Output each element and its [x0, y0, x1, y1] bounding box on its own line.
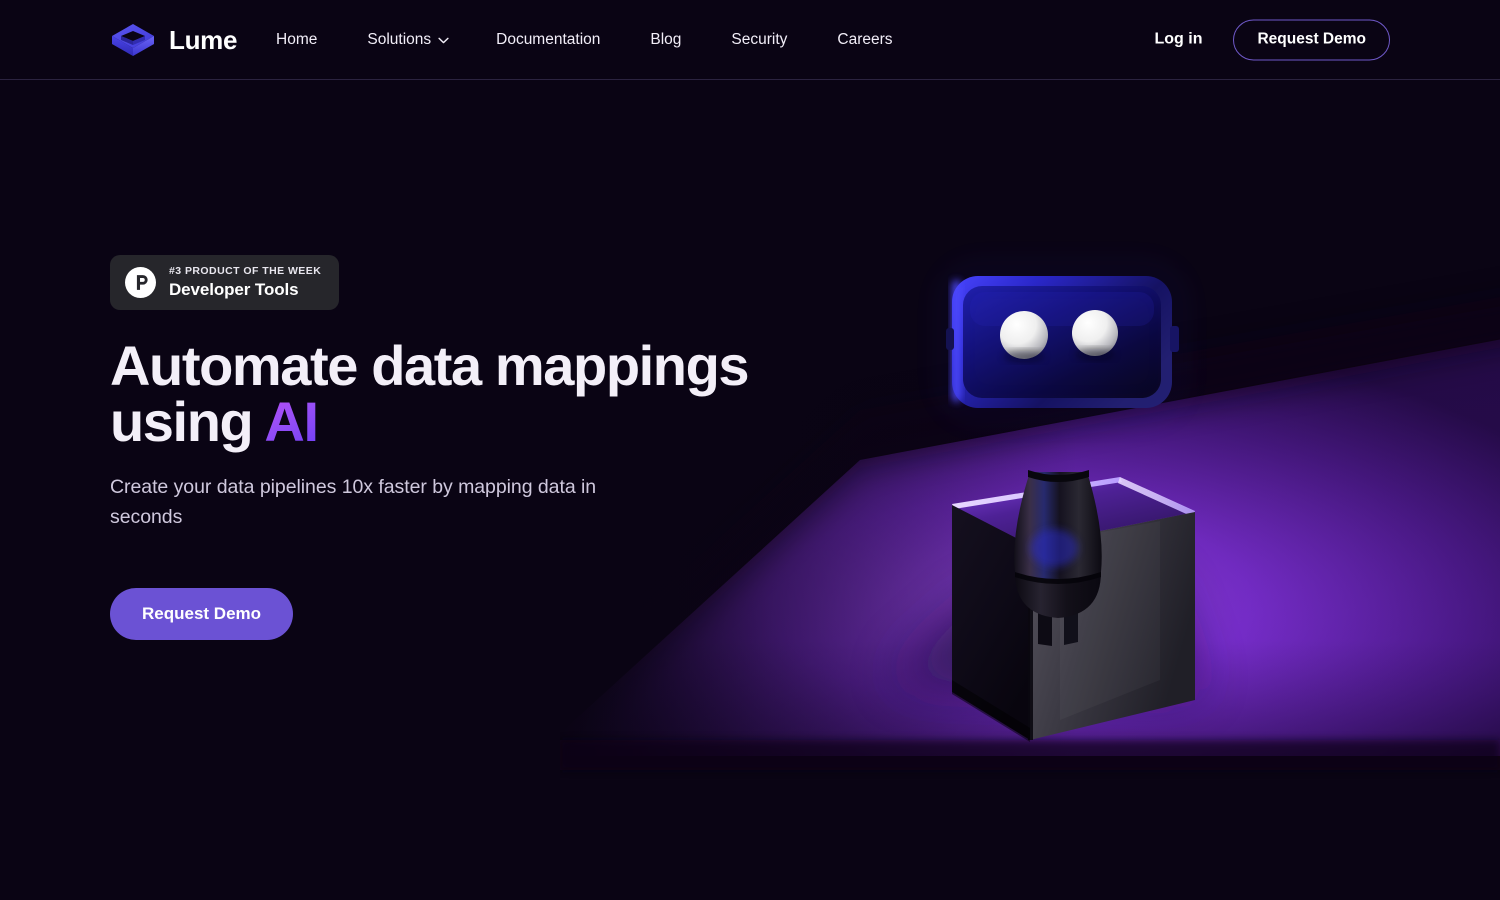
hero-section: #3 PRODUCT OF THE WEEK Developer Tools A…	[110, 255, 790, 641]
login-link[interactable]: Log in	[1154, 31, 1202, 49]
nav-item-label: Blog	[650, 30, 682, 48]
nav-item-label: Home	[276, 30, 318, 48]
headline-line-2-prefix: using	[110, 390, 265, 454]
brand-name: Lume	[169, 24, 238, 55]
nav-item-security[interactable]: Security	[731, 25, 787, 55]
header-request-demo-button[interactable]: Request Demo	[1233, 19, 1390, 60]
hero-subheading: Create your data pipelines 10x faster by…	[110, 476, 597, 529]
nav-item-solutions[interactable]: Solutions	[367, 25, 449, 55]
header-actions: Log in Request Demo	[1154, 19, 1390, 60]
nav-item-blog[interactable]: Blog	[650, 25, 681, 55]
nav-item-label: Careers	[837, 30, 893, 48]
product-hunt-rank-label: #3 PRODUCT OF THE WEEK	[169, 265, 322, 277]
product-hunt-icon	[125, 267, 156, 299]
product-hunt-badge[interactable]: #3 PRODUCT OF THE WEEK Developer Tools	[110, 255, 340, 311]
nav-item-careers[interactable]: Careers	[837, 25, 892, 55]
nav-item-documentation[interactable]: Documentation	[496, 25, 600, 55]
page-title: Automate data mappings using AI	[110, 338, 750, 450]
nav-item-home[interactable]: Home	[276, 25, 317, 55]
nav-item-label: Security	[731, 30, 788, 48]
main-navigation: Home Solutions Documentation Blog Securi…	[276, 25, 893, 55]
landing-page: Lume Home Solutions Documentation Blog S…	[0, 0, 1500, 900]
brand-logo-link[interactable]: Lume	[110, 20, 237, 60]
hero-request-demo-button[interactable]: Request Demo	[110, 588, 294, 641]
site-header: Lume Home Solutions Documentation Blog S…	[0, 0, 1500, 80]
headline-accent-ai: AI	[264, 390, 319, 454]
nav-item-label: Solutions	[367, 30, 432, 48]
chevron-down-icon	[438, 37, 449, 44]
product-hunt-badge-text: #3 PRODUCT OF THE WEEK Developer Tools	[169, 265, 322, 299]
cube-logo-icon	[112, 23, 154, 56]
headline-line-1: Automate data mappings	[110, 334, 750, 398]
product-hunt-category-label: Developer Tools	[169, 279, 299, 299]
nav-item-label: Documentation	[496, 30, 601, 48]
